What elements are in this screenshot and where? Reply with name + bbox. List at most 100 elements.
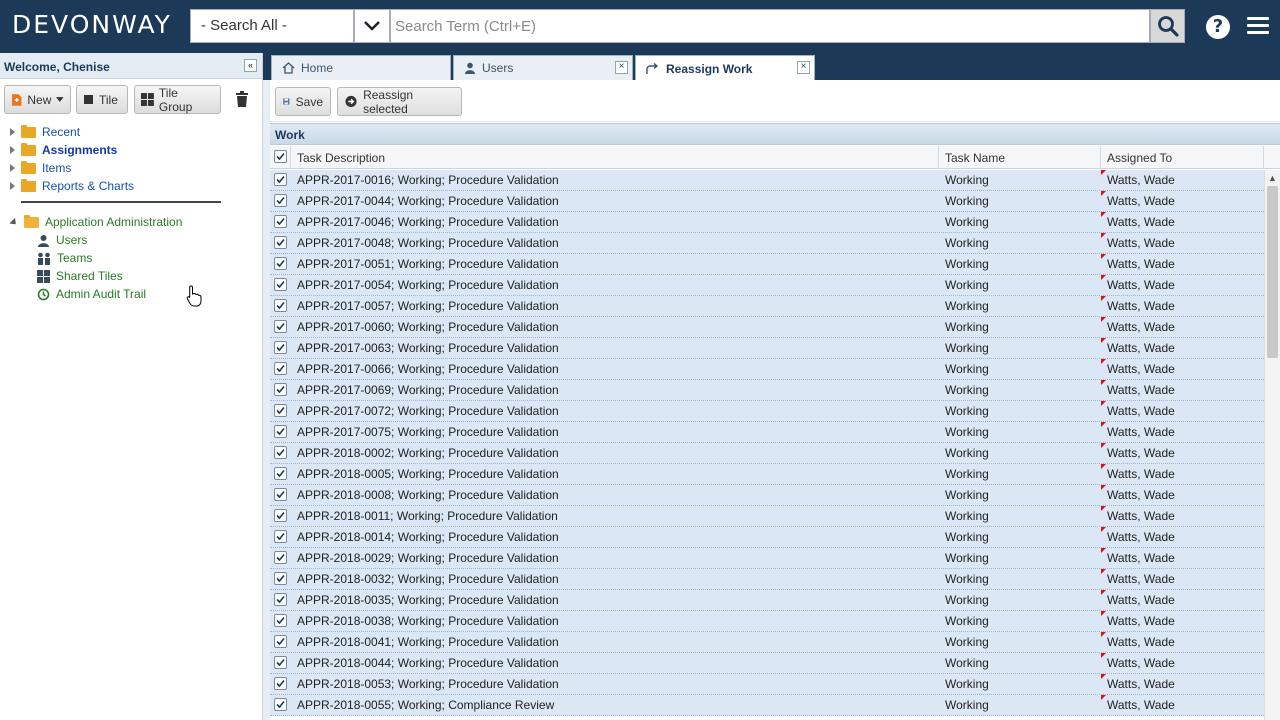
row-checkbox[interactable] (274, 593, 287, 606)
table-row[interactable]: APPR-2017-0048; Working; Procedure Valid… (270, 233, 1264, 254)
table-row[interactable]: APPR-2018-0041; Working; Procedure Valid… (270, 632, 1264, 653)
table-row[interactable]: APPR-2018-0055; Working; Compliance Revi… (270, 695, 1264, 716)
row-checkbox[interactable] (274, 320, 287, 333)
new-button[interactable]: New (4, 85, 71, 114)
table-row[interactable]: APPR-2017-0066; Working; Procedure Valid… (270, 359, 1264, 380)
table-row[interactable]: APPR-2017-0046; Working; Procedure Valid… (270, 212, 1264, 233)
search-scope-dropdown-button[interactable] (354, 9, 390, 43)
expand-arrow-icon[interactable] (10, 128, 15, 136)
devonway-logo[interactable]: DEVONWAY (12, 10, 172, 39)
row-select-cell (270, 485, 291, 505)
row-checkbox[interactable] (274, 614, 287, 627)
row-checkbox[interactable] (274, 656, 287, 669)
expand-arrow-icon[interactable] (10, 164, 15, 172)
hamburger-menu-icon[interactable] (1247, 17, 1269, 37)
row-checkbox[interactable] (274, 446, 287, 459)
table-row[interactable]: APPR-2017-0060; Working; Procedure Valid… (270, 317, 1264, 338)
task-name-cell: Working (945, 341, 989, 355)
row-checkbox[interactable] (274, 383, 287, 396)
row-checkbox[interactable] (274, 215, 287, 228)
tree-item-recent[interactable]: Recent (10, 123, 80, 141)
mouse-pointer-icon (186, 285, 202, 307)
collapse-arrow-icon[interactable] (9, 217, 19, 227)
row-checkbox[interactable] (274, 425, 287, 438)
table-row[interactable]: APPR-2017-0072; Working; Procedure Valid… (270, 401, 1264, 422)
table-row[interactable]: APPR-2018-0032; Working; Procedure Valid… (270, 569, 1264, 590)
table-row[interactable]: APPR-2017-0075; Working; Procedure Valid… (270, 422, 1264, 443)
row-checkbox[interactable] (274, 509, 287, 522)
table-row[interactable]: APPR-2017-0063; Working; Procedure Valid… (270, 338, 1264, 359)
row-checkbox[interactable] (274, 299, 287, 312)
row-checkbox[interactable] (274, 173, 287, 186)
help-icon[interactable]: ? (1206, 15, 1230, 39)
row-checkbox[interactable] (274, 341, 287, 354)
row-checkbox[interactable] (274, 635, 287, 648)
table-row[interactable]: APPR-2018-0002; Working; Procedure Valid… (270, 443, 1264, 464)
table-row[interactable]: APPR-2018-0011; Working; Procedure Valid… (270, 506, 1264, 527)
tile-button[interactable]: Tile (76, 85, 128, 114)
table-row[interactable]: APPR-2017-0044; Working; Procedure Valid… (270, 191, 1264, 212)
column-header-task-description[interactable]: Task Description (291, 146, 939, 169)
search-input[interactable] (390, 9, 1150, 43)
tree-item-assignments[interactable]: Assignments (10, 141, 117, 159)
tree-item-admin-audit-trail[interactable]: Admin Audit Trail (37, 285, 146, 303)
table-row[interactable]: APPR-2018-0044; Working; Procedure Valid… (270, 653, 1264, 674)
row-checkbox[interactable] (274, 488, 287, 501)
table-row[interactable]: APPR-2018-0035; Working; Procedure Valid… (270, 590, 1264, 611)
collapse-sidebar-icon[interactable]: « (244, 59, 257, 72)
table-row[interactable]: APPR-2017-0054; Working; Procedure Valid… (270, 275, 1264, 296)
tab-home[interactable]: Home (271, 55, 451, 80)
row-checkbox[interactable] (274, 572, 287, 585)
task-name-cell: Working (945, 698, 989, 712)
save-button[interactable]: Save (275, 87, 331, 116)
user-icon (465, 62, 475, 74)
scroll-up-arrow-icon[interactable]: ▲ (1268, 173, 1277, 183)
tree-item-shared-tiles[interactable]: Shared Tiles (37, 267, 123, 285)
tree-item-teams[interactable]: Teams (37, 249, 92, 267)
table-row[interactable]: APPR-2018-0038; Working; Procedure Valid… (270, 611, 1264, 632)
assigned-to-cell: Watts, Wade (1107, 320, 1175, 334)
row-checkbox[interactable] (274, 278, 287, 291)
row-checkbox[interactable] (274, 551, 287, 564)
table-row[interactable]: APPR-2017-0069; Working; Procedure Valid… (270, 380, 1264, 401)
row-checkbox[interactable] (274, 677, 287, 690)
scrollbar-thumb[interactable] (1267, 186, 1278, 358)
table-row[interactable]: APPR-2018-0008; Working; Procedure Valid… (270, 485, 1264, 506)
table-row[interactable]: APPR-2017-0016; Working; Procedure Valid… (270, 170, 1264, 191)
select-all-cell (270, 146, 291, 169)
table-row[interactable]: APPR-2018-0029; Working; Procedure Valid… (270, 548, 1264, 569)
tab-reassign-work[interactable]: Reassign Work × (635, 55, 815, 81)
row-checkbox[interactable] (274, 467, 287, 480)
tree-item-application-administration[interactable]: Application Administration (9, 213, 182, 231)
tile-group-button[interactable]: Tile Group (134, 85, 221, 114)
table-row[interactable]: APPR-2018-0005; Working; Procedure Valid… (270, 464, 1264, 485)
tab-users[interactable]: Users × (453, 55, 633, 80)
tree-item-reports-charts[interactable]: Reports & Charts (10, 177, 134, 195)
row-checkbox[interactable] (274, 530, 287, 543)
row-checkbox[interactable] (274, 194, 287, 207)
tree-item-items[interactable]: Items (10, 159, 71, 177)
expand-arrow-icon[interactable] (10, 146, 15, 154)
column-header-assigned-to[interactable]: Assigned To (1101, 146, 1264, 169)
column-header-task-name[interactable]: Task Name (939, 146, 1101, 169)
close-icon[interactable]: × (797, 61, 810, 74)
tree-item-users[interactable]: Users (37, 231, 87, 249)
table-row[interactable]: APPR-2017-0057; Working; Procedure Valid… (270, 296, 1264, 317)
search-button[interactable] (1150, 9, 1185, 43)
row-checkbox[interactable] (274, 362, 287, 375)
panel-splitter[interactable] (263, 80, 270, 720)
row-checkbox[interactable] (274, 236, 287, 249)
search-scope-select[interactable]: - Search All - (190, 9, 354, 43)
row-checkbox[interactable] (274, 257, 287, 270)
select-all-checkbox[interactable] (274, 150, 287, 163)
table-row[interactable]: APPR-2017-0051; Working; Procedure Valid… (270, 254, 1264, 275)
row-checkbox[interactable] (274, 698, 287, 711)
table-row[interactable]: APPR-2018-0053; Working; Procedure Valid… (270, 674, 1264, 695)
close-icon[interactable]: × (615, 61, 628, 74)
reassign-selected-button[interactable]: Reassign selected (337, 87, 462, 116)
expand-arrow-icon[interactable] (10, 182, 15, 190)
trash-icon[interactable] (235, 91, 249, 107)
grid-scrollbar[interactable]: ▲ (1264, 170, 1280, 720)
table-row[interactable]: APPR-2018-0014; Working; Procedure Valid… (270, 527, 1264, 548)
row-checkbox[interactable] (274, 404, 287, 417)
